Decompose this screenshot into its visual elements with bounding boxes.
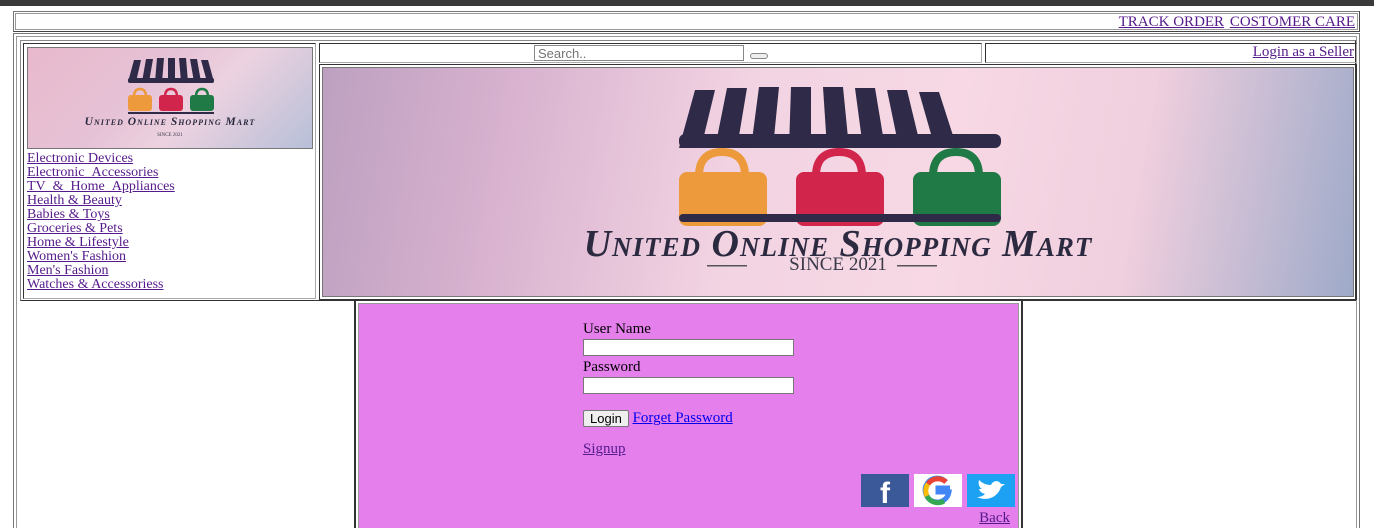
- category-link-babies-toys[interactable]: Babies & Toys: [27, 207, 110, 222]
- category-link-electronic-devices[interactable]: Electronic Devices: [27, 151, 133, 166]
- svg-text:f: f: [880, 477, 891, 507]
- back-link[interactable]: Back: [979, 510, 1010, 527]
- category-link-womens-fashion[interactable]: Women's Fashion: [27, 249, 126, 264]
- username-input[interactable]: [583, 339, 794, 356]
- category-link-health-beauty[interactable]: Health & Beauty: [27, 193, 122, 208]
- username-label: User Name: [583, 321, 651, 337]
- twitter-icon[interactable]: [967, 474, 1015, 507]
- header-table: United Online Shopping Mart SINCE 2021 E…: [20, 40, 1357, 301]
- password-input[interactable]: [583, 377, 794, 394]
- seller-cell: Login as a Seller: [985, 43, 1357, 63]
- category-link-groceries-pets[interactable]: Groceries & Pets: [27, 221, 123, 236]
- customer-care-link[interactable]: COSTOMER CARE: [1230, 14, 1355, 30]
- brand-name-small: United Online Shopping Mart: [84, 116, 256, 128]
- google-icon[interactable]: [914, 474, 962, 507]
- category-link-electronic-accessories[interactable]: Electronic_Accessories: [27, 165, 158, 180]
- login-panel-body: User Name Password Login Forget Password…: [358, 303, 1019, 528]
- password-label: Password: [583, 359, 641, 375]
- search-cell: [319, 43, 982, 63]
- login-button[interactable]: Login: [583, 410, 629, 428]
- facebook-icon[interactable]: f: [861, 474, 909, 510]
- login-form: User Name Password Login Forget Password…: [583, 320, 794, 458]
- brand-banner: United Online Shopping Mart SINCE 2021: [322, 67, 1354, 297]
- login-as-seller-link[interactable]: Login as a Seller: [1253, 44, 1354, 60]
- brand-logo-small[interactable]: United Online Shopping Mart SINCE 2021: [27, 47, 313, 149]
- forget-password-link[interactable]: Forget Password: [633, 410, 733, 426]
- search-input[interactable]: [534, 45, 744, 61]
- search-button[interactable]: [750, 53, 768, 59]
- banner-cell: United Online Shopping Mart SINCE 2021: [319, 64, 1357, 300]
- category-link-home-lifestyle[interactable]: Home & Lifestyle: [27, 235, 129, 250]
- category-link-tv-home-appliances[interactable]: TV_&_Home_Appliances: [27, 179, 175, 194]
- login-panel: User Name Password Login Forget Password…: [354, 299, 1023, 528]
- track-order-link[interactable]: TRACK ORDER: [1119, 14, 1224, 30]
- sidebar-cell: United Online Shopping Mart SINCE 2021 E…: [23, 43, 316, 299]
- top-links-bar: TRACK ORDER COSTOMER CARE: [13, 11, 1360, 32]
- category-list: Electronic Devices Electronic_Accessorie…: [27, 152, 175, 292]
- brand-since-small: SINCE 2021: [157, 133, 183, 138]
- signup-link[interactable]: Signup: [583, 441, 626, 457]
- category-link-mens-fashion[interactable]: Men's Fashion: [27, 263, 108, 278]
- category-link-watches-accessories[interactable]: Watches & Accessoriess: [27, 277, 164, 292]
- browser-top-edge: [0, 0, 1374, 6]
- brand-since-large: SINCE 2021: [789, 254, 887, 275]
